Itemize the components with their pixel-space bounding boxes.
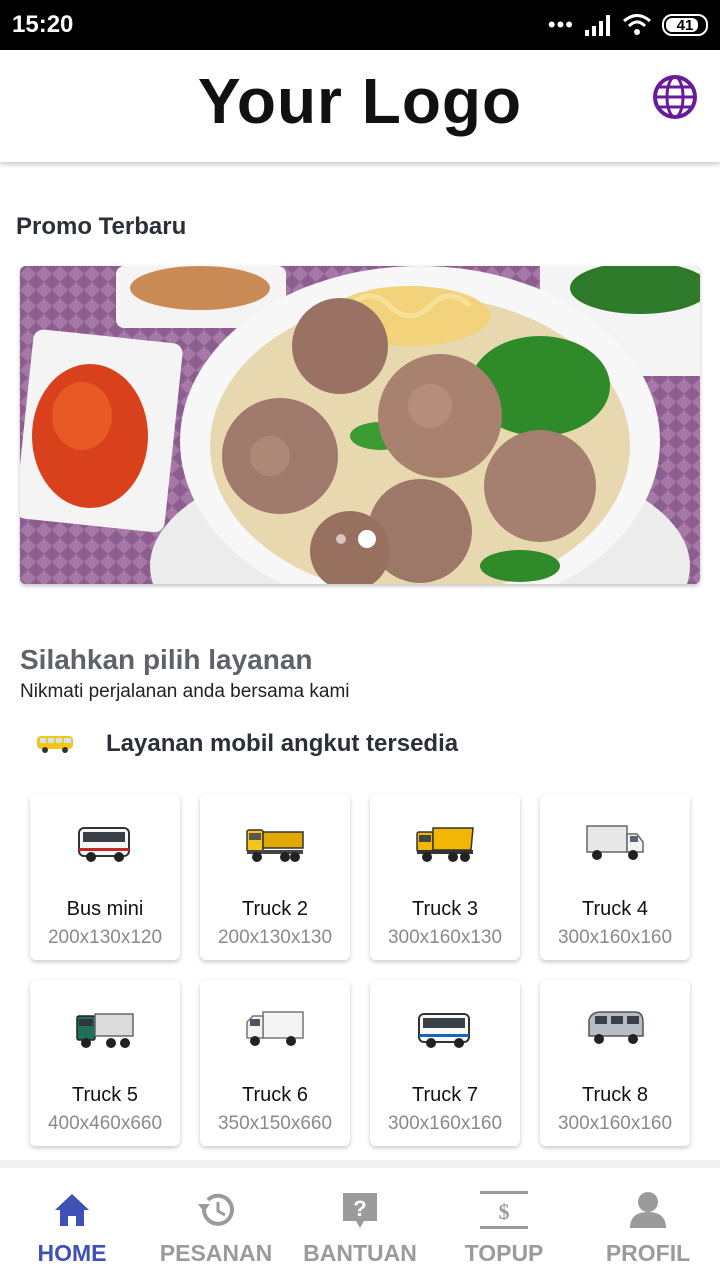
box-truck-icon — [586, 825, 644, 860]
svg-text:$: $ — [499, 1199, 510, 1224]
carousel-dot-active[interactable] — [358, 530, 376, 548]
vehicle-size: 200x130x120 — [47, 927, 163, 948]
vehicle-grid: Bus mini 200x130x120 Truck 2 200x130x130… — [30, 794, 690, 1146]
nav-home[interactable]: HOME — [0, 1190, 144, 1267]
history-icon — [198, 1193, 234, 1226]
bottom-nav: HOME PESANAN ? BANTUAN $ TOPUP PROFIL — [0, 1168, 720, 1280]
topup-icon: $ — [480, 1191, 528, 1229]
nav-bantuan[interactable]: ? BANTUAN — [288, 1190, 432, 1267]
signal-icon — [585, 15, 610, 36]
truck-icon — [246, 829, 304, 862]
globe-icon[interactable] — [652, 74, 698, 120]
nav-label: PROFIL — [605, 1240, 691, 1266]
dump-truck-icon — [416, 827, 474, 862]
vehicle-name: Bus mini — [66, 898, 144, 920]
minibus-icon — [37, 736, 73, 753]
vehicle-name: Truck 3 — [412, 898, 478, 920]
nav-topup[interactable]: $ TOPUP — [432, 1190, 576, 1267]
status-icons: ••• 41 — [548, 12, 708, 38]
vehicle-name: Truck 4 — [582, 898, 648, 920]
vehicle-name: Truck 8 — [582, 1084, 648, 1106]
vehicle-name: Truck 5 — [72, 1084, 138, 1106]
nav-label: TOPUP — [464, 1240, 544, 1266]
app-logo: Your Logo — [197, 65, 523, 137]
vehicle-size: 350x150x660 — [217, 1113, 333, 1134]
vehicle-size: 300x160x160 — [557, 1113, 673, 1134]
available-services-row: Layanan mobil angkut tersedia — [36, 730, 458, 758]
vehicle-card-truck-8[interactable]: Truck 8 300x160x160 — [540, 980, 690, 1146]
vehicle-size: 300x160x130 — [387, 927, 503, 948]
status-bar: 15:20 ••• 41 — [0, 0, 720, 50]
nav-pesanan[interactable]: PESANAN — [144, 1190, 288, 1267]
nav-label: PESANAN — [159, 1240, 273, 1266]
wifi-icon — [623, 14, 651, 35]
vehicle-card-bus-mini[interactable]: Bus mini 200x130x120 — [30, 794, 180, 960]
vehicle-size: 400x460x660 — [47, 1113, 163, 1134]
vehicle-name: Truck 2 — [242, 898, 308, 920]
services-subtitle: Nikmati perjalanan anda bersama kami — [20, 681, 350, 702]
container-truck-icon — [76, 1013, 134, 1048]
vehicle-size: 300x160x160 — [387, 1113, 503, 1134]
vehicle-size: 200x130x130 — [217, 927, 333, 948]
svg-text:?: ? — [353, 1196, 366, 1221]
vehicle-card-truck-4[interactable]: Truck 4 300x160x160 — [540, 794, 690, 960]
bus-icon — [418, 1013, 470, 1048]
van-icon — [588, 1011, 644, 1044]
vehicle-card-truck-6[interactable]: Truck 6 350x150x660 — [200, 980, 350, 1146]
vehicle-name: Truck 6 — [242, 1084, 308, 1106]
profile-icon — [630, 1192, 666, 1228]
vehicle-card-truck-5[interactable]: Truck 5 400x460x660 — [30, 980, 180, 1146]
nav-label: BANTUAN — [303, 1240, 417, 1266]
available-services-label: Layanan mobil angkut tersedia — [106, 730, 459, 757]
status-time: 15:20 — [12, 11, 74, 38]
box-truck-icon — [246, 1011, 304, 1046]
carousel-indicator — [336, 530, 376, 548]
vehicle-card-truck-3[interactable]: Truck 3 300x160x130 — [370, 794, 520, 960]
bus-icon — [78, 827, 130, 862]
nav-divider — [0, 1160, 720, 1168]
app-header: Your Logo — [0, 50, 720, 162]
home-icon — [55, 1194, 89, 1226]
vehicle-size: 300x160x160 — [557, 927, 673, 948]
vehicle-card-truck-2[interactable]: Truck 2 200x130x130 — [200, 794, 350, 960]
battery-level: 41 — [676, 16, 694, 34]
vehicle-name: Truck 7 — [412, 1084, 478, 1106]
promo-title: Promo Terbaru — [16, 213, 187, 240]
nav-label: HOME — [37, 1240, 107, 1266]
nav-profil[interactable]: PROFIL — [576, 1190, 720, 1267]
battery-icon: 41 — [662, 14, 708, 36]
services-title: Silahkan pilih layanan — [20, 644, 313, 675]
more-dots-icon: ••• — [547, 12, 574, 37]
vehicle-card-truck-7[interactable]: Truck 7 300x160x160 — [370, 980, 520, 1146]
help-icon: ? — [343, 1193, 377, 1228]
carousel-dot[interactable] — [336, 534, 346, 544]
